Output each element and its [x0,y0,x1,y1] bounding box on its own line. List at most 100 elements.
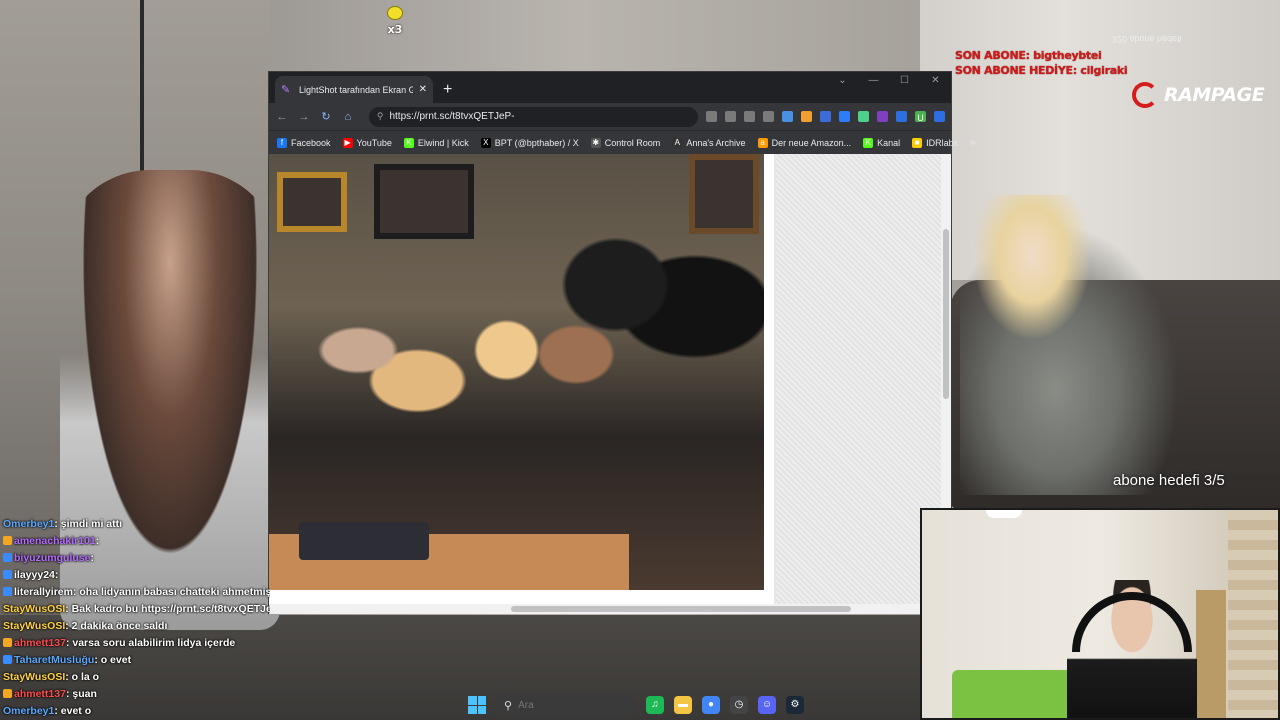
chat-text: : [90,552,94,564]
chat-username[interactable]: StayWusOSI [3,620,65,632]
close-icon[interactable]: ✕ [419,84,427,95]
chat-username[interactable]: biyuzumguluse [14,552,90,564]
cheer-count: x3 [387,23,403,36]
rampage-logo: RAMPAGE [1132,82,1265,108]
bookmark-favicon-icon: A [672,137,683,148]
side-panel-icon[interactable] [896,111,908,122]
browser-tab[interactable]: ✎ LightShot tarafından Ekran Görü ✕ [275,76,433,103]
chrome-icon[interactable]: ● [702,696,720,714]
bookmark-favicon-icon: K [863,137,874,148]
bookmark-label: Anna's Archive [686,137,746,148]
steam-icon[interactable]: ⚙ [786,696,804,714]
reload-button[interactable]: ↻ [319,110,333,123]
lightshot-icon: ✎ [281,83,291,96]
bookmark-label: Control Room [604,137,661,148]
chat-username[interactable]: StayWusOSI [3,671,65,683]
chat-username[interactable]: ahmett137 [14,688,66,700]
bookmarks-overflow-button[interactable]: » [970,137,976,148]
bookmark-item[interactable]: a Der neue Amazon... [757,137,851,148]
discord-icon[interactable]: ☺ [758,696,776,714]
last-sub: SON ABONE: bigtheybtei [955,49,1102,62]
chat-text: : 2 dakika önce saldı [65,620,168,632]
horizontal-scrollbar[interactable] [269,604,951,614]
chat-username[interactable]: amenachakir101 [14,535,96,547]
bookmark-label: Kanal [877,137,901,148]
chat-username[interactable]: StayWusOSI [3,603,65,615]
spotify-icon[interactable]: ♫ [646,696,664,714]
group-photo [269,154,764,590]
wall-frame [374,164,474,239]
chat-username[interactable]: ahmett137 [14,637,66,649]
bookmark-favicon-icon: a [757,137,768,148]
chat-text: : şuan [65,688,97,700]
cake [299,522,429,560]
extension-icon[interactable] [877,111,889,122]
url-input[interactable] [389,111,650,122]
bookmark-favicon-icon: f [277,137,287,148]
menu-icon[interactable] [934,111,946,122]
sub-info: SON ABONE: bigtheybtei SON ABONE HEDİYE:… [955,48,1128,78]
extension-icon[interactable] [801,111,813,122]
taskbar-apps: ♫ ▬ ● ◷ ☺ ⚙ [646,696,804,714]
site-info-icon[interactable]: ⚲ [377,111,384,122]
tab-search-icon[interactable]: ⌄ [827,72,858,90]
close-window-button[interactable]: ✕ [920,72,951,90]
forward-button[interactable]: → [297,111,311,123]
profile-avatar[interactable]: U [915,111,927,123]
chat-username[interactable]: Omerbey1 [3,518,54,530]
folder-icon[interactable]: ▬ [674,696,692,714]
chat-text: : o evet [94,654,132,666]
extension-icon[interactable] [858,111,870,122]
extension-icon[interactable] [839,111,851,122]
rampage-wordmark: RAMPAGE [1164,84,1265,106]
extension-icon[interactable] [820,111,832,122]
chat-message: StayWusOSI: 2 dakika önce saldı [0,618,270,635]
extension-icon[interactable] [782,111,794,122]
install-icon[interactable] [706,111,718,122]
chat-message: ahmett137: varsa soru alabilirim lidya i… [0,635,270,652]
bookmark-item[interactable]: X BPT (@bpthaber) / X [480,137,579,148]
maximize-button[interactable]: ☐ [889,72,920,90]
sub-goal: abone hedefi 3/5 [1113,472,1225,489]
bookmark-item[interactable]: ■ IDRlabs [912,137,959,148]
bookmark-item[interactable]: ▶ YouTube [342,137,392,148]
bookmark-favicon-icon: K [403,137,414,148]
chat-badge-icon [3,570,12,579]
chat-username[interactable]: Omerbey1 [3,705,54,717]
clock-icon[interactable]: ◷ [730,696,748,714]
home-button[interactable]: ⌂ [341,111,355,123]
minimize-button[interactable]: — [858,72,889,90]
chat-message: StayWusOSI: Bak kadro bu https://prnt.sc… [0,601,270,618]
chat-username[interactable]: literallyirem [14,586,73,598]
chat-message: Omerbey1: şimdi mi attı [0,516,270,533]
new-tab-button[interactable]: + [443,81,452,99]
bookmark-label: IDRlabs [926,137,959,148]
bookmark-item[interactable]: K Kanal [863,137,901,148]
scroll-thumb[interactable] [943,229,949,399]
bookmark-label: Facebook [291,137,331,148]
bookmark-item[interactable]: A Anna's Archive [672,137,746,148]
taskbar-search[interactable]: ⚲ [496,694,636,716]
back-button[interactable]: ← [275,111,289,123]
chat-badge-icon [3,553,12,562]
share-icon[interactable] [744,111,756,122]
windows-start-icon[interactable] [468,696,486,714]
bookmark-star-icon[interactable] [763,111,775,122]
chat-message: amenachakir101: [0,533,270,550]
chat-badge-icon [3,689,12,698]
bookmark-item[interactable]: f Facebook [277,137,331,148]
chat-badge-icon [3,536,12,545]
search-input[interactable] [518,699,619,711]
bookmark-label: YouTube [356,137,392,148]
wall-frame [689,154,759,234]
chat-message: ahmett137: şuan [0,686,270,703]
chat-username[interactable]: ilayyy24 [14,569,55,581]
zoom-icon[interactable] [725,111,737,122]
chat-text: : [95,535,100,547]
browser-window: ✎ LightShot tarafından Ekran Görü ✕ + ⌄ … [268,71,976,614]
chat-username[interactable]: TaharetMusluğu [14,654,94,666]
scroll-thumb[interactable] [511,606,851,612]
address-bar[interactable]: ⚲ [368,106,699,127]
bookmark-item[interactable]: ✱ Control Room [590,137,661,148]
bookmark-item[interactable]: K Elwind | Kick [403,137,469,148]
